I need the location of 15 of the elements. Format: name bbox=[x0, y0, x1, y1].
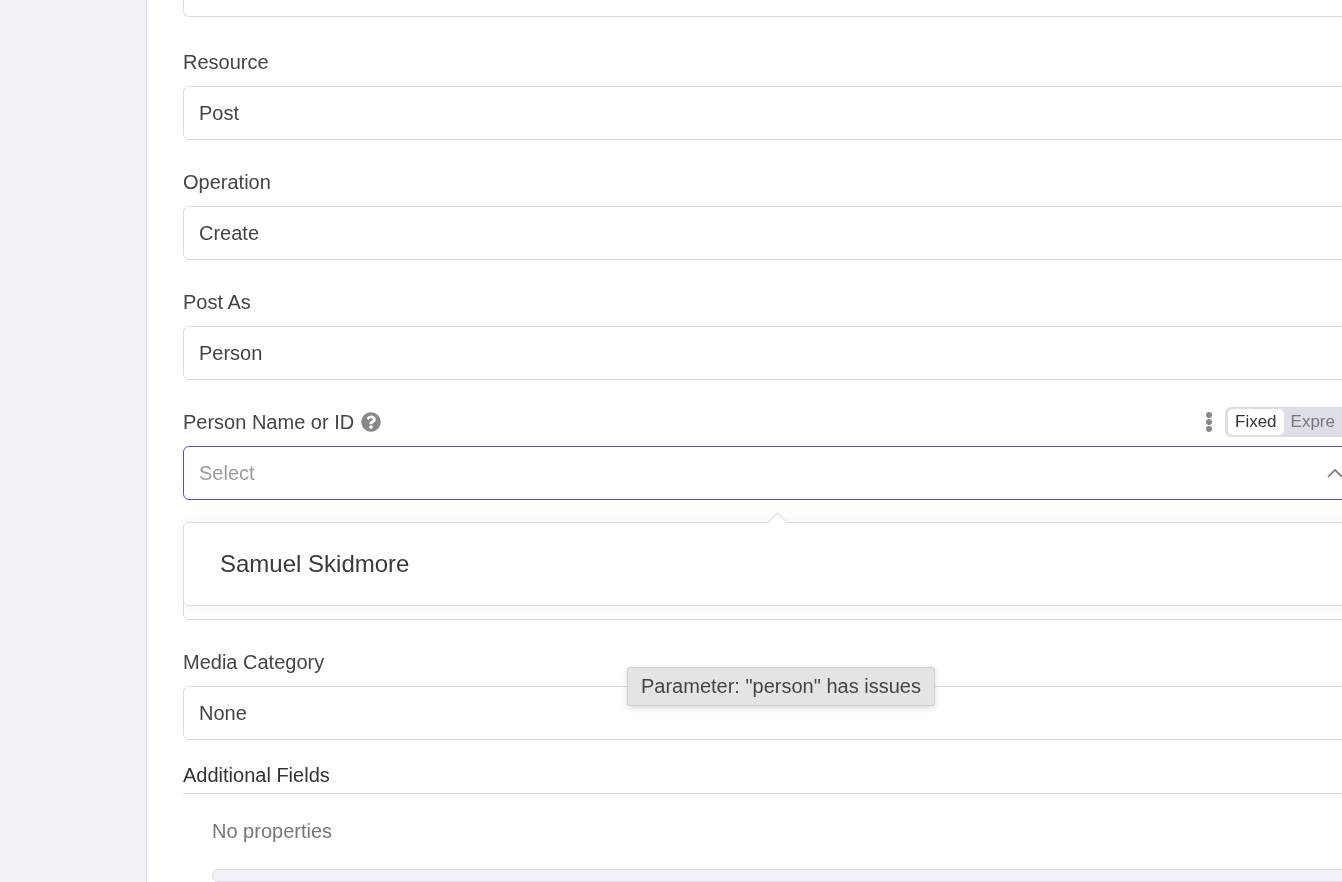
select-field[interactable]: Post bbox=[183, 86, 1342, 140]
more-options-icon[interactable] bbox=[1205, 411, 1213, 433]
select-field[interactable]: Person bbox=[183, 326, 1342, 380]
select-field[interactable]: Create bbox=[183, 206, 1342, 260]
field-label: Media Category bbox=[183, 650, 325, 674]
mode-tab[interactable]: Fixed bbox=[1228, 409, 1284, 435]
field-label: Resource bbox=[183, 50, 269, 74]
empty-text: No properties bbox=[211, 820, 334, 843]
section-title: Additional Fields bbox=[183, 764, 1342, 794]
field-label: Person Name or ID bbox=[183, 410, 355, 434]
help-icon[interactable] bbox=[361, 412, 382, 432]
field-label: Operation bbox=[183, 170, 271, 194]
field-label: Post As bbox=[183, 290, 251, 314]
tooltip: Parameter: "person" has issues bbox=[627, 667, 935, 706]
dropdown-option[interactable]: Samuel Skidmore bbox=[184, 550, 1342, 578]
